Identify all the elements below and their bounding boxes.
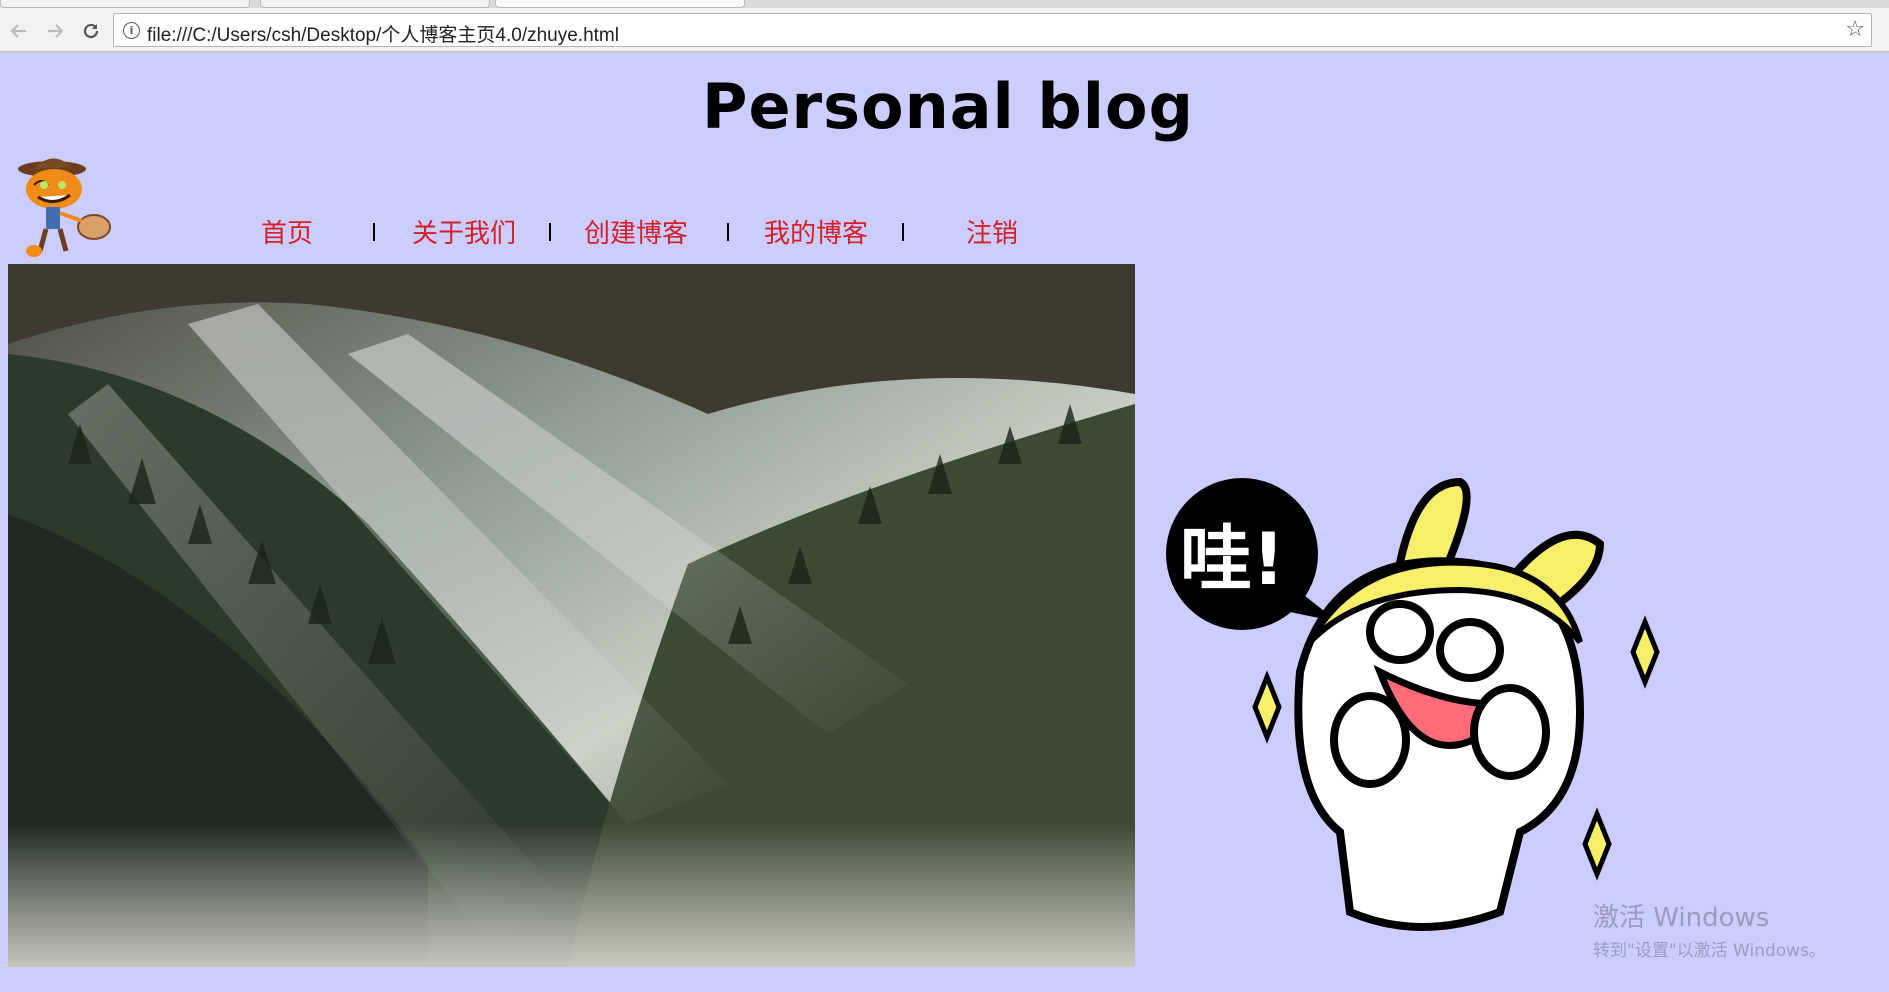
page-title: Personal blog [702,70,1194,143]
nav-logout[interactable]: 注销 [966,213,1018,250]
activation-title: 激活 Windows [1593,903,1770,933]
nav-about-us[interactable]: 关于我们 [412,213,516,250]
forward-arrow-icon [48,24,64,38]
info-icon[interactable]: i [123,22,140,39]
nav-separator [373,223,375,241]
url-text[interactable]: file:///C:/Users/csh/Desktop/个人博客主页4.0/z… [147,20,619,47]
activation-subtitle: 转到"设置"以激活 Windows。 [1593,941,1826,961]
nav-my-blog[interactable]: 我的博客 [764,213,868,250]
hero-forest-image [8,264,1135,967]
star-icon[interactable]: ☆ [1845,18,1865,42]
back-button[interactable] [6,18,32,44]
browser-toolbar: i file:///C:/Users/csh/Desktop/个人博客主页4.0… [0,8,1889,52]
nav-home[interactable]: 首页 [261,213,313,250]
nav-separator [902,223,904,241]
back-arrow-icon [10,24,26,38]
nav-create-blog[interactable]: 创建博客 [584,213,688,250]
sticker-text: 哇! [1180,517,1285,601]
page-title-container: Personal blog [0,70,1889,143]
pumpkin-mascot-image [18,158,111,257]
windows-activation-watermark: 激活 Windows 转到"设置"以激活 Windows。 [1593,897,1826,961]
bunny-sticker-image: 哇! [1166,477,1660,931]
reload-icon [83,23,99,39]
forward-button[interactable] [42,18,68,44]
browser-tab[interactable] [260,0,490,8]
nav-separator [549,223,551,241]
browser-tab[interactable] [0,0,250,8]
browser-tab-active[interactable] [495,0,745,8]
tab-strip [0,0,1889,8]
reload-button[interactable] [78,18,104,44]
nav-separator [727,223,729,241]
address-bar[interactable]: i file:///C:/Users/csh/Desktop/个人博客主页4.0… [113,13,1872,47]
